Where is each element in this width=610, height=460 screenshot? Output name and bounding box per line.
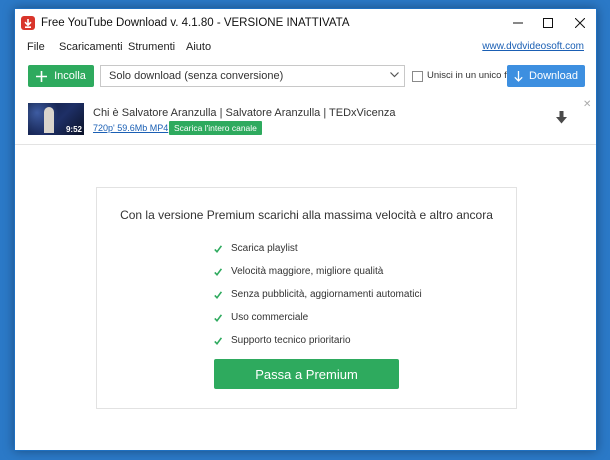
download-button-label: Download <box>529 70 578 82</box>
paste-button-label: Incolla <box>54 70 86 82</box>
feature-item: Uso commerciale <box>214 306 422 329</box>
feature-label: Senza pubblicità, aggiornamenti automati… <box>231 289 422 300</box>
title-bar: Free YouTube Download v. 4.1.80 - VERSIO… <box>15 9 596 37</box>
premium-promo: Con la versione Premium scarichi alla ma… <box>96 187 517 409</box>
feature-item: Velocità maggiore, migliore qualità <box>214 260 422 283</box>
promo-headline: Con la versione Premium scarichi alla ma… <box>120 208 493 222</box>
video-thumbnail[interactable]: 9:52 <box>28 103 84 135</box>
plus-icon <box>36 70 48 82</box>
website-link[interactable]: www.dvdvideosoft.com <box>482 41 584 52</box>
check-icon <box>214 244 222 253</box>
format-select-value: Solo download (senza conversione) <box>109 70 284 82</box>
app-window: Free YouTube Download v. 4.1.80 - VERSIO… <box>14 8 597 451</box>
video-title: Chi è Salvatore Aranzulla | Salvatore Ar… <box>93 107 396 119</box>
menu-file[interactable]: File <box>27 41 45 53</box>
remove-item-icon[interactable]: ✕ <box>583 99 591 110</box>
feature-label: Uso commerciale <box>231 312 309 323</box>
check-icon <box>214 290 222 299</box>
video-format-link[interactable]: 720p' 59.6Mb MP4 <box>93 123 168 133</box>
download-channel-button[interactable]: Scarica l'intero canale <box>169 121 262 135</box>
menu-strumenti[interactable]: Strumenti <box>128 41 175 53</box>
video-item: 9:52 Chi è Salvatore Aranzulla | Salvato… <box>15 97 596 145</box>
maximize-button[interactable] <box>533 9 563 37</box>
download-icon[interactable] <box>556 111 567 124</box>
download-arrow-icon <box>514 70 523 82</box>
maximize-icon <box>543 18 553 28</box>
close-icon <box>575 18 585 28</box>
window-title: Free YouTube Download v. 4.1.80 - VERSIO… <box>41 17 350 29</box>
format-select[interactable]: Solo download (senza conversione) <box>100 65 405 87</box>
check-icon <box>214 267 222 276</box>
feature-item: Supporto tecnico prioritario <box>214 329 422 352</box>
upgrade-premium-button[interactable]: Passa a Premium <box>214 359 399 389</box>
feature-item: Scarica playlist <box>214 237 422 260</box>
check-icon <box>214 336 222 345</box>
feature-item: Senza pubblicità, aggiornamenti automati… <box>214 283 422 306</box>
menu-scaricamenti[interactable]: Scaricamenti <box>59 41 123 53</box>
app-logo-icon <box>21 16 35 30</box>
join-files-checkbox[interactable] <box>412 71 423 82</box>
video-duration: 9:52 <box>65 125 82 134</box>
feature-label: Supporto tecnico prioritario <box>231 335 351 346</box>
download-button[interactable]: Download <box>507 65 585 87</box>
feature-label: Scarica playlist <box>231 243 298 254</box>
minimize-icon <box>513 22 523 24</box>
feature-label: Velocità maggiore, migliore qualità <box>231 266 384 277</box>
toolbar: Incolla Solo download (senza conversione… <box>15 61 596 95</box>
check-icon <box>214 313 222 322</box>
thumbnail-speaker <box>44 107 54 133</box>
menu-bar: File Scaricamenti Strumenti Aiuto www.dv… <box>15 37 596 59</box>
feature-list: Scarica playlist Velocità maggiore, migl… <box>214 237 422 352</box>
chevron-down-icon <box>390 72 399 78</box>
menu-aiuto[interactable]: Aiuto <box>186 41 211 53</box>
minimize-button[interactable] <box>503 9 533 37</box>
join-files-label: Unisci in un unico file <box>427 70 517 81</box>
paste-button[interactable]: Incolla <box>28 65 94 87</box>
close-button[interactable] <box>565 9 595 37</box>
